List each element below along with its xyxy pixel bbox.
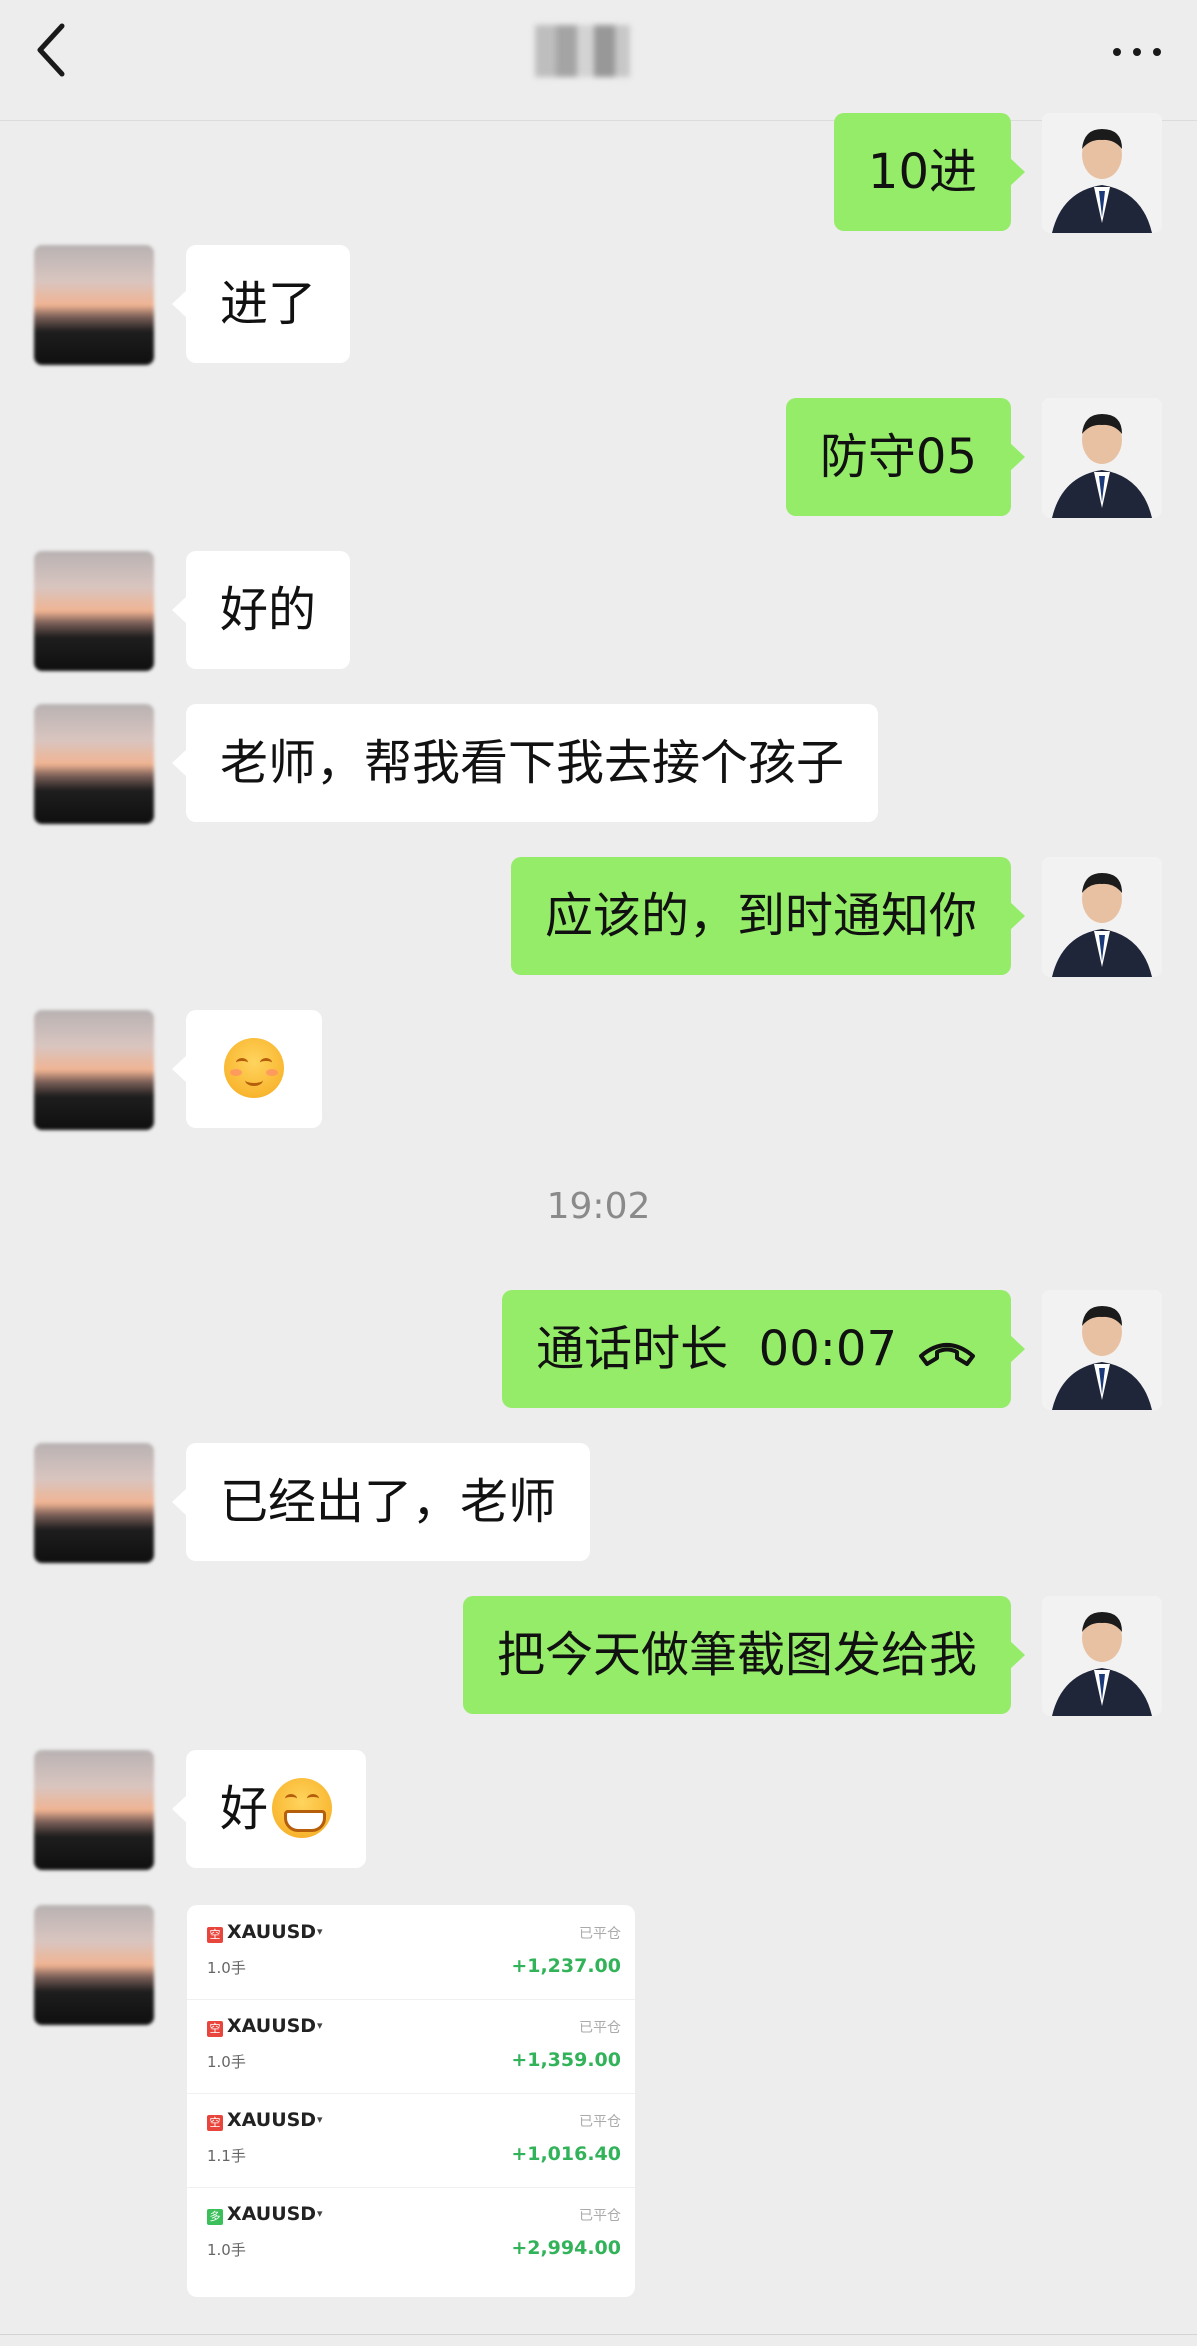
trade-profit: +1,237.00 (511, 1955, 621, 1977)
message-row: 进了 (0, 245, 1197, 365)
call-duration-text: 通话时长 00:07 (536, 1321, 897, 1377)
trade-status: 已平仓 (579, 2114, 621, 2130)
message-bubble[interactable]: 防守05 (785, 398, 1026, 516)
message-bubble[interactable]: 已经出了，老师 (171, 1443, 591, 1561)
message-row: 已经出了，老师 (0, 1443, 1197, 1563)
phone-hangup-icon (919, 1343, 975, 1366)
trade-lots: 1.1手 (207, 2147, 246, 2165)
contact-avatar-blurred[interactable] (34, 1750, 154, 1870)
my-avatar[interactable] (1042, 1290, 1162, 1410)
contact-avatar-blurred[interactable] (34, 245, 154, 365)
contact-avatar-blurred[interactable] (34, 1010, 154, 1130)
trade-row: 空 XAUUSD ▾ 已平仓 1.0手 +1,359.00 (187, 1999, 635, 2094)
trade-row: 空 XAUUSD ▾ 已平仓 1.1手 +1,016.40 (187, 2093, 635, 2188)
trade-status: 已平仓 (579, 2208, 621, 2224)
message-bubble[interactable]: 10进 (833, 113, 1026, 231)
caret-down-icon: ▾ (317, 2113, 323, 2126)
trade-profit: +1,016.40 (511, 2143, 621, 2165)
trade-symbol: XAUUSD (227, 1921, 317, 1943)
contact-avatar-blurred[interactable] (34, 551, 154, 671)
message-row: 防守05 (0, 398, 1197, 518)
message-row: 好的 (0, 551, 1197, 671)
trade-screenshot-image[interactable]: 空 XAUUSD ▾ 已平仓 1.0手 +1,237.00 空 XAUUSD ▾… (187, 1905, 635, 2297)
contact-avatar-blurred[interactable] (34, 704, 154, 824)
trade-status: 已平仓 (579, 2020, 621, 2036)
trade-lots: 1.0手 (207, 2241, 246, 2259)
trade-side-tag: 多 (207, 2209, 223, 2225)
trade-row: 多 XAUUSD ▾ 已平仓 1.0手 +2,994.00 (187, 2187, 635, 2281)
trade-side-tag: 空 (207, 2021, 223, 2037)
message-row: 把今天做筆截图发给我 (0, 1596, 1197, 1716)
trade-profit: +1,359.00 (511, 2049, 621, 2071)
message-row: 好 (0, 1750, 1197, 1870)
trade-row: 空 XAUUSD ▾ 已平仓 1.0手 +1,237.00 (187, 1905, 635, 2000)
contact-name-blurred[interactable] (535, 25, 630, 77)
caret-down-icon: ▾ (317, 2207, 323, 2220)
chevron-left-icon[interactable] (30, 20, 80, 80)
message-bubble[interactable]: 应该的，到时通知你 (510, 857, 1026, 975)
trade-lots: 1.0手 (207, 1959, 246, 1977)
my-avatar[interactable] (1042, 113, 1162, 233)
message-bubble[interactable]: 老师，帮我看下我去接个孩子 (171, 704, 879, 822)
contact-avatar-blurred[interactable] (34, 1905, 154, 2025)
trade-profit: +2,994.00 (511, 2237, 621, 2259)
message-bubble[interactable]: 把今天做筆截图发给我 (462, 1596, 1026, 1714)
my-avatar[interactable] (1042, 398, 1162, 518)
message-bubble[interactable]: 好的 (171, 551, 351, 669)
message-text: 好 (220, 1781, 269, 1837)
contact-avatar-blurred[interactable] (34, 1443, 154, 1563)
my-avatar[interactable] (1042, 1596, 1162, 1716)
message-row: 10进 (0, 88, 1197, 233)
trade-symbol: XAUUSD (227, 2203, 317, 2225)
message-row: 老师，帮我看下我去接个孩子 (0, 704, 1197, 824)
grin-emoji-icon (272, 1778, 333, 1838)
caret-down-icon: ▾ (317, 2019, 323, 2032)
trade-side-tag: 空 (207, 1927, 223, 1943)
more-dots-icon[interactable] (1107, 38, 1167, 64)
call-record-bubble[interactable]: 通话时长 00:07 (502, 1290, 1025, 1408)
trade-symbol: XAUUSD (227, 2015, 317, 2037)
bottom-divider (0, 2334, 1197, 2335)
trade-status: 已平仓 (579, 1926, 621, 1942)
message-bubble[interactable]: 好 (171, 1750, 367, 1868)
trade-symbol: XAUUSD (227, 2109, 317, 2131)
message-row: 通话时长 00:07 (0, 1290, 1197, 1410)
shy-smile-emoji-icon (224, 1038, 284, 1098)
message-row: 应该的，到时通知你 (0, 857, 1197, 977)
timestamp: 19:02 (546, 1186, 651, 1227)
emoji-bubble[interactable] (172, 1010, 322, 1128)
trade-lots: 1.0手 (207, 2053, 246, 2071)
message-row (0, 1010, 1197, 1130)
trade-side-tag: 空 (207, 2115, 223, 2131)
my-avatar[interactable] (1042, 857, 1162, 977)
caret-down-icon: ▾ (317, 1925, 323, 1938)
message-bubble[interactable]: 进了 (171, 245, 351, 363)
